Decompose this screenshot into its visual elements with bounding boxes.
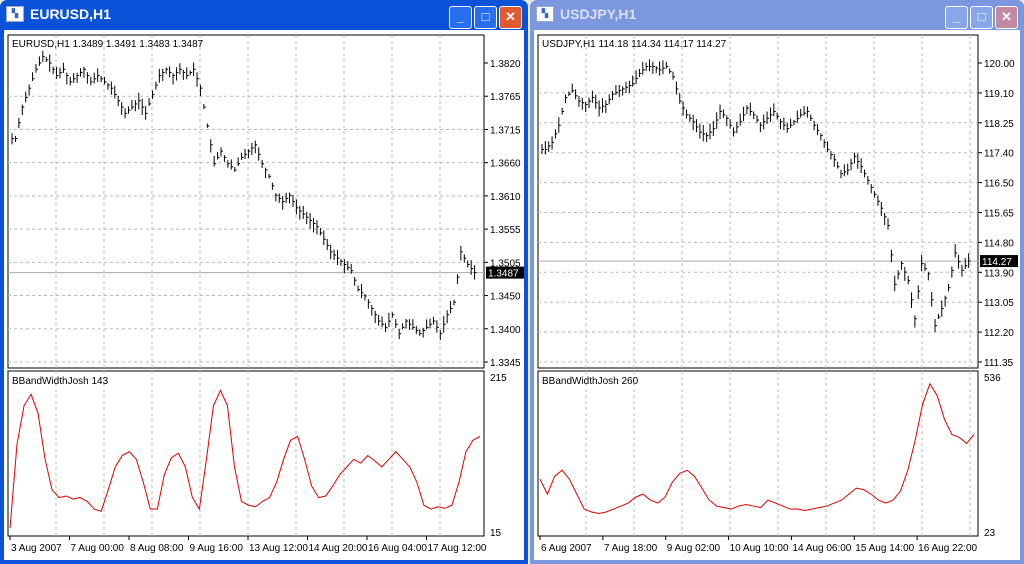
eurusd-window: ▚ EURUSD,H1 _ □ ✕ 1.3820 1.3765 1.3715 1.3660 1… [0,0,528,564]
indicator-label: BBandWidthJosh 143 [12,376,109,387]
price-tick-label: 1.3820 [490,59,521,70]
close-button[interactable]: ✕ [995,6,1018,29]
price-tick-label: 111.35 [984,358,1014,369]
chart-window-icon: ▚ [536,6,554,22]
price-tick-label: 1.3660 [490,159,521,170]
chart-window-icon: ▚ [6,6,24,22]
time-label: 13 Aug 12:00 [249,543,308,554]
chart-area[interactable]: 120.00 119.10 118.25 117.40 116.50 115.65 114.… [534,30,1020,560]
maximize-button[interactable]: □ [474,6,497,29]
time-label: 10 Aug 10:00 [730,543,789,554]
price-tick-label: 118.25 [984,119,1014,130]
minimize-button[interactable]: _ [945,6,968,29]
chart-header: EURUSD,H1 1.3489 1.3491 1.3483 1.3487 [12,39,204,50]
time-label: 14 Aug 06:00 [792,543,851,554]
price-tick-label: 1.3610 [490,192,521,203]
price-tick-label: 1.3555 [490,225,521,236]
window-title-text: USDJPY,H1 [560,6,637,22]
time-label: 8 Aug 08:00 [130,543,184,554]
price-tick-label: 1.3345 [490,358,521,369]
time-label: 9 Aug 16:00 [190,543,244,554]
window-title: ▚ EURUSD,H1 [6,6,111,22]
time-label: 15 Aug 14:00 [855,543,914,554]
price-tick-label: 117.40 [984,149,1014,160]
usdjpy-window: ▚ USDJPY,H1 _ □ ✕ 120.00 119.10 118.25 117.40 1… [530,0,1024,564]
price-tick-label: 112.20 [984,328,1014,339]
close-button[interactable]: ✕ [499,6,522,29]
time-label: 6 Aug 2007 [541,543,592,554]
time-label: 7 Aug 00:00 [71,543,125,554]
price-tick-label: 116.50 [984,179,1014,190]
time-label: 17 Aug 12:00 [428,543,487,554]
price-tick-label: 119.10 [984,89,1014,100]
price-tick-label: 115.65 [984,209,1014,220]
time-label: 16 Aug 04:00 [368,543,427,554]
price-tick-label: 1.3400 [490,325,521,336]
time-label: 14 Aug 20:00 [309,543,368,554]
indicator-tick-label: 23 [984,528,996,539]
price-tick-label: 1.3450 [490,292,521,303]
indicator-tick-label: 536 [984,373,1001,384]
window-title-text: EURUSD,H1 [30,6,111,22]
indicator-tick-label: 15 [490,528,502,539]
current-price-label: 1.3487 [488,269,519,280]
indicator-label: BBandWidthJosh 260 [542,376,639,387]
time-label: 9 Aug 02:00 [667,543,721,554]
price-tick-label: 1.3765 [490,92,521,103]
maximize-button[interactable]: □ [970,6,993,29]
price-panel [537,34,979,369]
price-tick-label: 114.80 [984,238,1014,249]
price-tick-label: 120.00 [984,59,1015,70]
window-title: ▚ USDJPY,H1 [536,6,636,22]
price-panel [7,34,485,369]
price-tick-label: 1.3715 [490,125,521,136]
usdjpy-chart[interactable]: 120.00 119.10 118.25 117.40 116.50 115.65 114.… [534,30,1020,560]
minimize-button[interactable]: _ [449,6,472,29]
time-label: 16 Aug 22:00 [918,543,977,554]
chart-header: USDJPY,H1 114.18 114.34 114.17 114.27 [542,39,727,50]
price-tick-label: 113.90 [984,268,1014,279]
indicator-tick-label: 215 [490,373,507,384]
eurusd-chart[interactable]: 1.38201.37651.37151.36601.36101.35551.35… [4,30,524,560]
chart-area[interactable]: 1.3820 1.3765 1.3715 1.3660 1.3610 1.3555 1.35… [4,30,524,560]
current-price-label: 114.27 [982,257,1012,268]
time-label: 3 Aug 2007 [11,543,62,554]
indicator-panel [7,370,485,537]
price-tick-label: 113.05 [984,298,1014,309]
time-label: 7 Aug 18:00 [604,543,658,554]
